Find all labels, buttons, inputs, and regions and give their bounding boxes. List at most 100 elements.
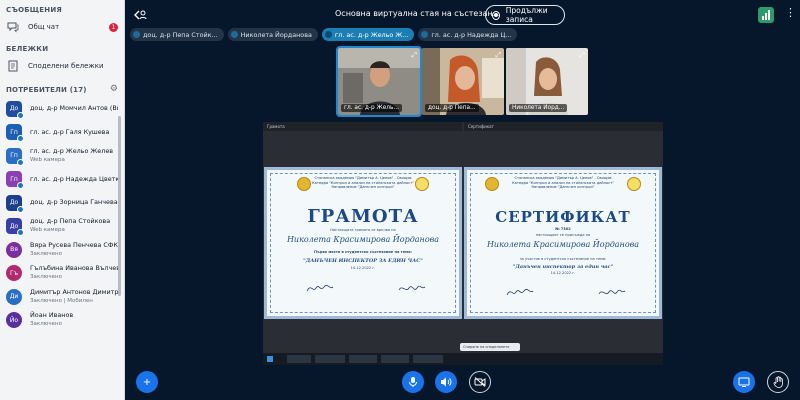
resume-recording-label: Продължи записа	[505, 6, 548, 24]
mic-status-icon	[421, 31, 429, 38]
user-name: гл. ас. д-р Галя Кушева	[30, 127, 110, 136]
expand-icon[interactable]: ⤢	[579, 51, 585, 60]
audio-button[interactable]	[435, 371, 457, 393]
awarded-to-text: Настоящата грамота се връчва на	[330, 228, 396, 232]
mic-status-icon	[133, 31, 140, 38]
sidebar: СЪОБЩЕНИЯ Общ чат 1 БЕЛЕЖКИ Споделени бе…	[0, 0, 125, 400]
user-name: доц. д-р Момчил Антов (Вие)	[30, 104, 118, 113]
user-list-item[interactable]: Гъ Гълъбина Иванова Вълчева ...Заключено	[0, 262, 124, 286]
certificate-header: Стопанска академия "Димитър А. Ценов" - …	[267, 176, 459, 190]
certificate-title: ГРАМОТА	[307, 206, 419, 227]
moderator-icon	[17, 135, 24, 143]
video-tile[interactable]: Николета Йорд... ⤢	[506, 48, 588, 115]
signature-icon	[506, 288, 534, 296]
microphone-icon	[409, 377, 417, 387]
messages-section-title: СЪОБЩЕНИЯ	[6, 6, 62, 14]
camera-button[interactable]	[469, 371, 491, 393]
topic-text: "Данъчен инспектор за един час"	[512, 264, 614, 270]
user-list-item[interactable]: До доц. д-р Момчил Антов (Вие)	[0, 97, 124, 121]
certificate-title: СЕРТИФИКАТ	[495, 208, 631, 226]
video-tile[interactable]: доц. д-р Пепа... ⤢	[422, 48, 504, 115]
shared-taskbar	[263, 353, 663, 365]
video-tile[interactable]: гл. ас. д-р Жель... ⤢	[336, 46, 422, 117]
moderator-icon	[17, 111, 24, 119]
user-info: гл. ас. д-р Жельо Желев Web камера	[30, 147, 113, 165]
user-name: Вяра Русева Пенчева СФК	[30, 240, 118, 249]
talking-user-label: доц. д-р Пепа Стойк...	[143, 30, 218, 39]
microphone-button[interactable]	[402, 371, 424, 393]
participant-name-label: доц. д-р Пепа...	[425, 104, 479, 112]
user-name: Димитър Антонов Димитров ...	[30, 287, 118, 296]
shared-notes-item[interactable]: Споделени бележки	[0, 56, 124, 76]
mic-status-icon	[324, 31, 332, 38]
left-window-titlebar: Грамота	[263, 122, 462, 131]
windows-start-icon	[267, 356, 273, 362]
stop-sharing-popup[interactable]: Спиране на споделянето	[460, 343, 520, 351]
unread-badge: 1	[109, 22, 118, 32]
user-list-item[interactable]: Гп гл. ас. д-р Галя Кушева	[0, 121, 124, 145]
screen-share-area[interactable]: Грамота Сертификат Стопанска академия "Д…	[263, 122, 663, 365]
talking-user-chip[interactable]: доц. д-р Пепа Стойк...	[130, 28, 224, 41]
add-actions-button[interactable]: +	[136, 371, 158, 393]
signature-icon	[398, 285, 426, 291]
date-text: 14.12.2022 г.	[350, 266, 376, 270]
user-name: гл. ас. д-р Надежда Цветкова	[30, 174, 118, 183]
moderator-icon	[17, 205, 24, 213]
taskbar-item	[413, 355, 443, 363]
taskbar-item	[349, 355, 377, 363]
user-list-item[interactable]: Ди Димитър Антонов Димитров ...Заключено …	[0, 285, 124, 309]
user-info: Вяра Русева Пенчева СФК Заключено	[30, 241, 118, 259]
signature-icon	[306, 284, 334, 292]
user-name: гл. ас. д-р Жельо Желев	[30, 146, 114, 155]
talking-user-chip[interactable]: Николета Йорданова	[227, 28, 318, 41]
participation-text: за участие в студентско състезание на те…	[519, 257, 607, 261]
user-info: доц. д-р Момчил Антов (Вие)	[30, 104, 118, 113]
more-options-icon[interactable]: ⋮	[785, 6, 796, 19]
screen-share-button[interactable]	[733, 371, 755, 393]
user-list-item[interactable]: Йо Йоан Иванов Заключено	[0, 309, 124, 333]
moderator-icon	[17, 229, 24, 237]
user-status: Web камера	[30, 156, 65, 163]
date-text: 14.12.2022 г.	[550, 271, 576, 275]
plus-icon: +	[142, 376, 152, 388]
connection-status-icon[interactable]	[758, 7, 774, 23]
awarded-to-text: настоящият се присъжда на	[535, 233, 591, 237]
notes-icon	[6, 59, 20, 73]
user-list-toggle-icon[interactable]	[133, 8, 147, 25]
user-list-item[interactable]: Гп гл. ас. д-р Жельо Желев Web камера	[0, 144, 124, 168]
gear-icon[interactable]: ⚙	[110, 79, 118, 94]
user-list-item[interactable]: До доц. д-р Пепа Стойкова Web камера	[0, 215, 124, 239]
raise-hand-button[interactable]	[767, 371, 789, 393]
recipient-name: Николета Красимирова Йорданова	[286, 235, 440, 244]
user-name: доц. д-р Зорница Ганчева	[30, 198, 118, 207]
public-chat-item[interactable]: Общ чат 1	[0, 17, 124, 37]
meeting-title: Основна виртуална стая на състезан...	[335, 9, 501, 18]
user-info: доц. д-р Пепа Стойкова Web камера	[30, 217, 110, 235]
avatar: Гъ	[6, 265, 22, 282]
user-info: Гълъбина Иванова Вълчева ...Заключено	[30, 264, 118, 282]
user-info: Димитър Антонов Димитров ...Заключено | …	[30, 288, 118, 306]
resume-recording-button[interactable]: Продължи записа	[485, 5, 565, 25]
user-list-item[interactable]: Вя Вяра Русева Пенчева СФК Заключено	[0, 238, 124, 262]
talking-user-chip[interactable]: гл. ас. д-р Надежда Ц...	[418, 28, 518, 41]
right-window-titlebar: Сертификат	[464, 122, 663, 131]
user-list-item[interactable]: До доц. д-р Зорница Ганчева	[0, 191, 124, 215]
moderator-icon	[17, 158, 24, 166]
talking-user-label: Николета Йорданова	[240, 30, 312, 39]
topic-text: "ДАНЪЧЕН ИНСПЕКТОР ЗА ЕДИН ЧАС"	[303, 258, 423, 264]
avatar: Йо	[6, 312, 22, 329]
expand-icon[interactable]: ⤢	[495, 51, 501, 60]
taskbar-item	[287, 355, 311, 363]
sidebar-scrollbar[interactable]	[118, 116, 121, 296]
certificate-document: Стопанска академия "Димитър А. Ценов" - …	[464, 167, 662, 319]
record-icon	[492, 10, 500, 20]
avatar: Ди	[6, 288, 22, 305]
certificate-number: № 7302	[555, 227, 571, 231]
avatar: Гп	[6, 124, 24, 143]
expand-icon[interactable]: ⤢	[411, 51, 417, 60]
participant-name-label: гл. ас. д-р Жель...	[341, 104, 402, 112]
speaker-icon	[441, 377, 452, 387]
achievement-text: Първо място в студентско състезание на т…	[314, 250, 412, 254]
user-list-item[interactable]: Гп гл. ас. д-р Надежда Цветкова	[0, 168, 124, 192]
talking-user-chip[interactable]: гл. ас. д-р Жельо Ж...	[321, 28, 415, 41]
